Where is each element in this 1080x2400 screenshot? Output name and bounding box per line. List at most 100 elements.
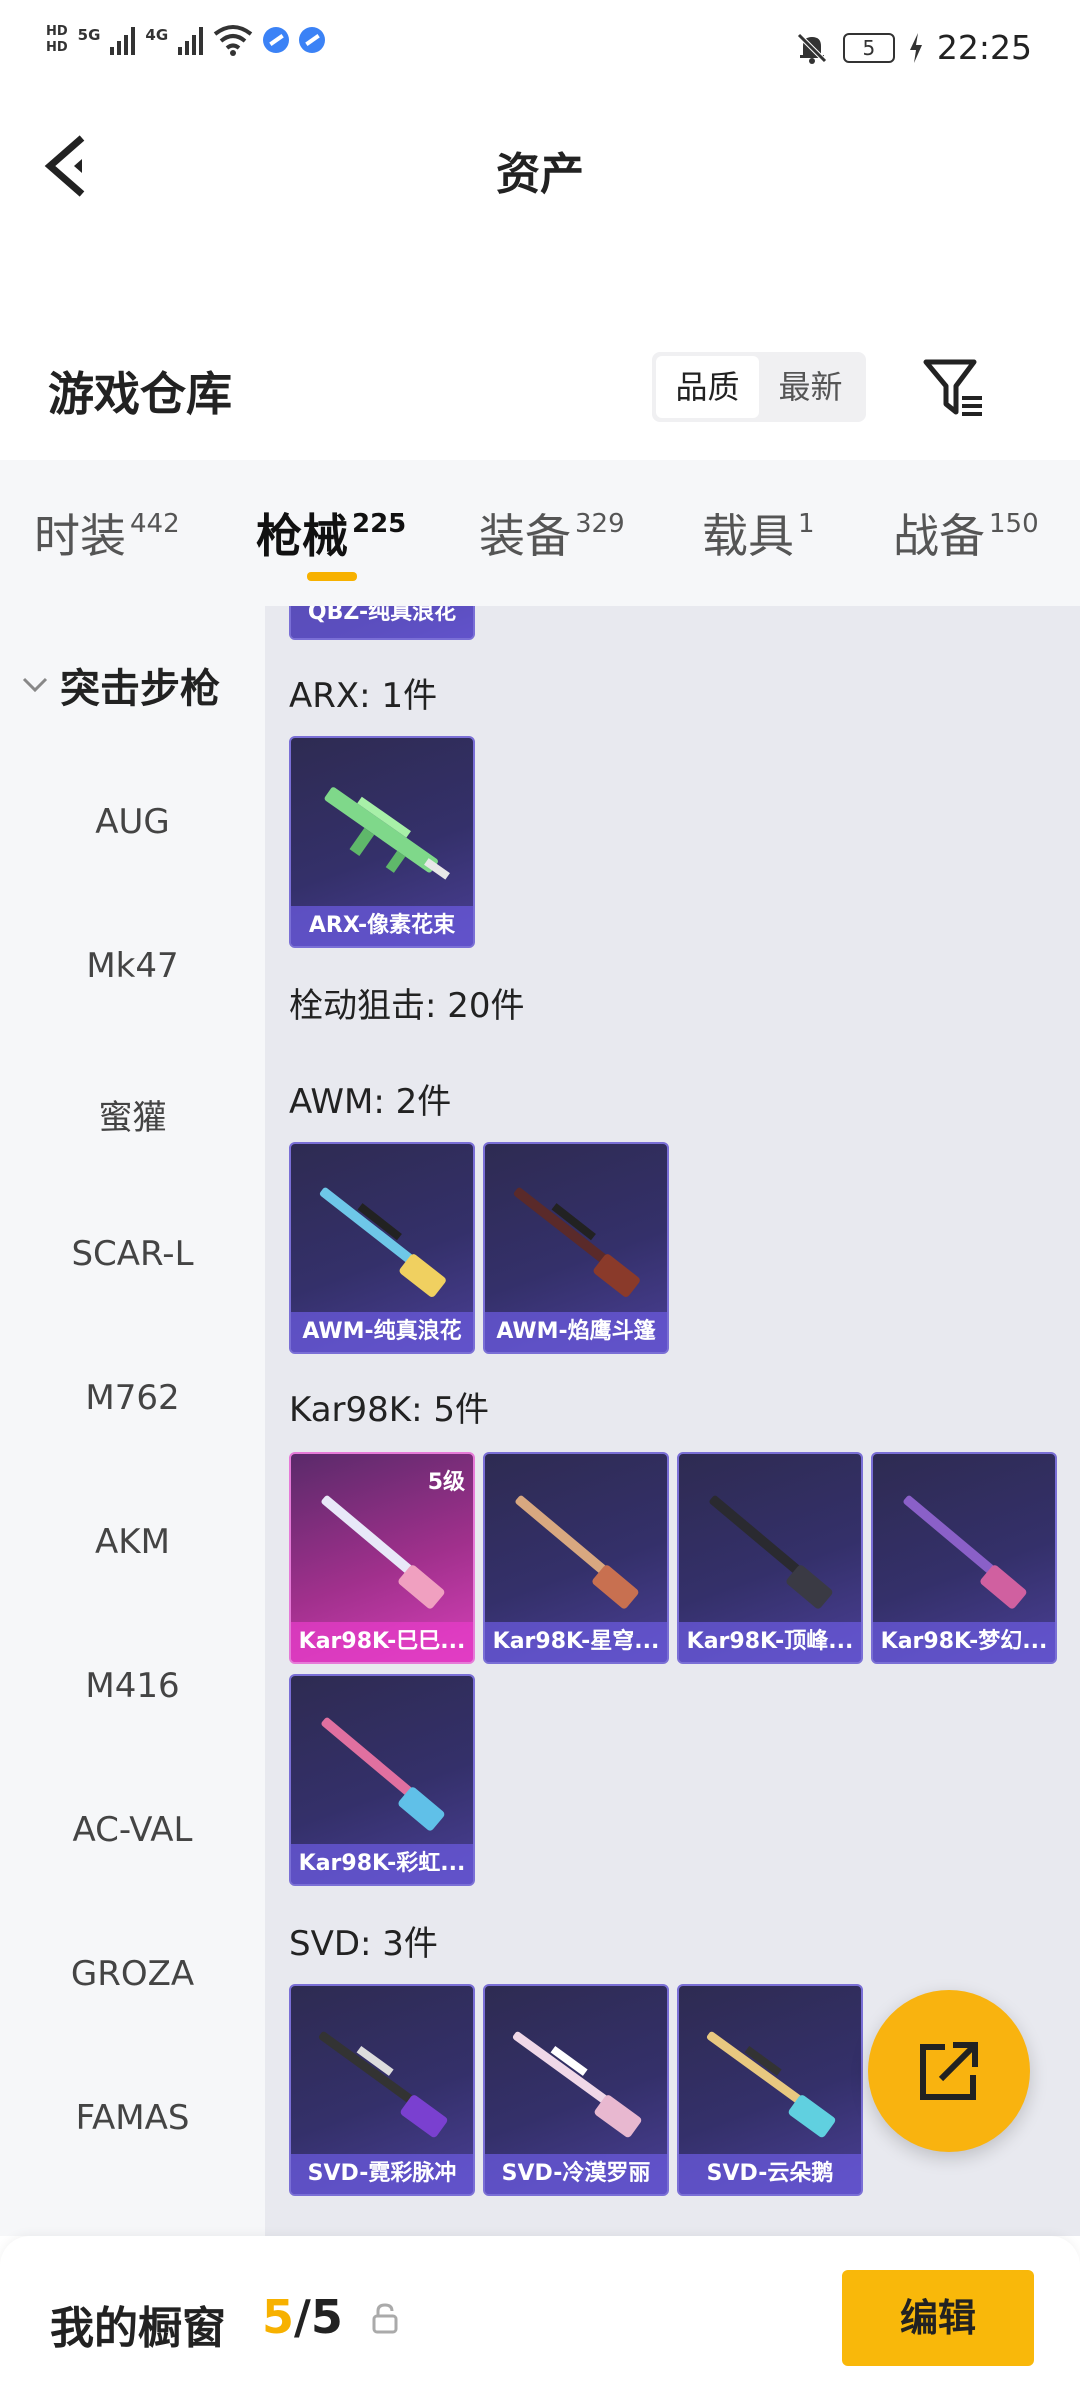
skin-card[interactable]: ARX-像素花束 <box>289 736 475 948</box>
chevron-down-icon <box>22 677 48 693</box>
tab-label: 载具 <box>702 509 794 563</box>
network-4g-label: 4G <box>145 26 169 44</box>
clock: 22:25 <box>936 28 1032 67</box>
sidebar-item-akm[interactable]: AKM <box>0 1522 265 1562</box>
skin-card[interactable]: SVD-冷漠罗丽 <box>483 1984 669 2196</box>
tab-label: 时装 <box>34 509 126 563</box>
sidebar-category-assault-rifles[interactable]: 突击步枪 <box>22 656 220 714</box>
tab-combat-gear[interactable]: 战备 150 <box>893 500 1039 566</box>
sidebar-item-groza[interactable]: GROZA <box>0 1954 265 1994</box>
category-tabs: 时装 442 枪械 225 装备 329 载具 1 战备 150 <box>0 460 1080 606</box>
skin-name: SVD-冷漠罗丽 <box>485 2154 667 2194</box>
rifle-icon <box>321 1495 445 1609</box>
skin-name: Kar98K-彩虹... <box>291 1844 473 1884</box>
signal-icon <box>110 25 136 55</box>
sidebar-item-mk47[interactable]: Mk47 <box>0 946 265 986</box>
tab-fashion[interactable]: 时装 442 <box>34 500 180 566</box>
signal-icon-2 <box>178 25 204 55</box>
tab-count: 329 <box>575 509 625 539</box>
sidebar-item-honey-badger[interactable]: 蜜獾 <box>0 1090 265 1139</box>
skin-name: Kar98K-巳巳... <box>291 1622 473 1662</box>
rifle-icon <box>709 1495 833 1609</box>
skin-card[interactable]: AWM-焰鹰斗篷 <box>483 1142 669 1354</box>
sort-newest-button[interactable]: 最新 <box>759 356 862 418</box>
status-left: HD HD 5G 4G <box>46 24 326 56</box>
page-title: 资产 <box>496 149 584 200</box>
sniper-rifle-icon <box>513 1187 640 1297</box>
share-external-icon <box>920 2042 978 2100</box>
tab-equipment[interactable]: 装备 329 <box>479 500 625 566</box>
tab-label: 战备 <box>893 509 985 563</box>
skin-name: SVD-云朵鹅 <box>679 2154 861 2194</box>
skin-card[interactable]: SVD-云朵鹅 <box>677 1984 863 2196</box>
hd-label-2: HD <box>46 40 68 55</box>
hd-label-1: HD <box>46 24 68 39</box>
skin-card[interactable]: 5级 Kar98K-巳巳... <box>289 1452 475 1664</box>
tab-count: 225 <box>352 509 407 539</box>
charging-icon <box>909 32 922 63</box>
showcase-count: 5/5 <box>262 2290 343 2344</box>
mute-bell-icon <box>797 32 827 64</box>
skin-card[interactable]: Kar98K-顶峰... <box>677 1452 863 1664</box>
edit-button[interactable]: 编辑 <box>842 2270 1034 2366</box>
skin-card[interactable]: Kar98K-星穹... <box>483 1452 669 1664</box>
group-label: AWM: 2件 <box>289 1082 452 1122</box>
rifle-icon <box>324 787 450 880</box>
skin-name: Kar98K-顶峰... <box>679 1622 861 1662</box>
app-notification-icon <box>263 27 290 53</box>
sniper-rifle-icon <box>512 2031 642 2138</box>
rifle-icon <box>321 1717 445 1831</box>
tab-firearms[interactable]: 枪械 225 <box>256 500 406 566</box>
weapon-sidebar: 突击步枪 AUG Mk47 蜜獾 SCAR-L M762 AKM M416 AC… <box>0 606 265 2236</box>
lock-icon <box>372 2303 398 2334</box>
battery-icon: 5 <box>842 32 895 63</box>
skin-name: SVD-霓彩脉冲 <box>291 2154 473 2194</box>
skin-name: AWM-纯真浪花 <box>291 1312 473 1352</box>
tab-count: 150 <box>989 509 1039 539</box>
tab-active-indicator <box>307 572 357 581</box>
sidebar-item-scar-l[interactable]: SCAR-L <box>0 1234 265 1274</box>
filter-icon[interactable] <box>922 356 986 420</box>
showcase-count-separator: / <box>294 2290 311 2344</box>
hd-indicators: HD HD <box>46 24 68 56</box>
showcase-title: 我的橱窗 <box>50 2303 226 2354</box>
group-label: 栓动狙击: 20件 <box>289 986 525 1026</box>
tab-count: 1 <box>798 509 815 539</box>
group-label: Kar98K: 5件 <box>289 1390 489 1430</box>
tab-label: 装备 <box>479 509 571 563</box>
skin-name: ARX-像素花束 <box>291 906 473 946</box>
sidebar-item-m762[interactable]: M762 <box>0 1378 265 1418</box>
group-label: SVD: 3件 <box>289 1924 438 1964</box>
sniper-rifle-icon <box>706 2031 836 2138</box>
sidebar-item-aug[interactable]: AUG <box>0 802 265 842</box>
tab-vehicles[interactable]: 载具 1 <box>702 500 815 566</box>
showcase-count-current: 5 <box>262 2290 295 2344</box>
group-label: ARX: 1件 <box>289 676 438 716</box>
sniper-rifle-icon <box>318 2031 448 2138</box>
skin-card[interactable]: AWM-纯真浪花 <box>289 1142 475 1354</box>
showcase-bar: 我的橱窗 5/5 编辑 <box>0 2236 1080 2400</box>
skin-card[interactable]: Kar98K-彩虹... <box>289 1674 475 1886</box>
status-right: 5 22:25 <box>795 28 1032 67</box>
skin-card[interactable]: Kar98K-梦幻... <box>871 1452 1057 1664</box>
warehouse-title: 游戏仓库 <box>48 367 232 421</box>
wifi-icon <box>213 25 253 56</box>
skin-name: QBZ-纯真浪花 <box>291 606 473 638</box>
status-bar: HD HD 5G 4G 5 22:25 <box>0 0 1080 100</box>
skin-card[interactable]: SVD-霓彩脉冲 <box>289 1984 475 2196</box>
skin-name: AWM-焰鹰斗篷 <box>485 1312 667 1352</box>
skin-card[interactable]: QBZ-纯真浪花 <box>289 606 475 640</box>
sidebar-item-famas[interactable]: FAMAS <box>0 2098 265 2138</box>
sort-toggle: 品质 最新 <box>652 352 866 422</box>
sidebar-item-m416[interactable]: M416 <box>0 1666 265 1706</box>
sort-quality-button[interactable]: 品质 <box>656 356 759 418</box>
sniper-rifle-icon <box>319 1187 446 1297</box>
rifle-icon <box>515 1495 639 1609</box>
sidebar-item-ac-val[interactable]: AC-VAL <box>0 1810 265 1850</box>
showcase-count-total: 5 <box>310 2290 343 2344</box>
top-nav: 资产 <box>0 100 1080 240</box>
tab-count: 442 <box>130 509 180 539</box>
share-button[interactable] <box>868 1990 1030 2152</box>
network-5g-label: 5G <box>77 26 101 44</box>
rifle-icon <box>903 1495 1027 1609</box>
